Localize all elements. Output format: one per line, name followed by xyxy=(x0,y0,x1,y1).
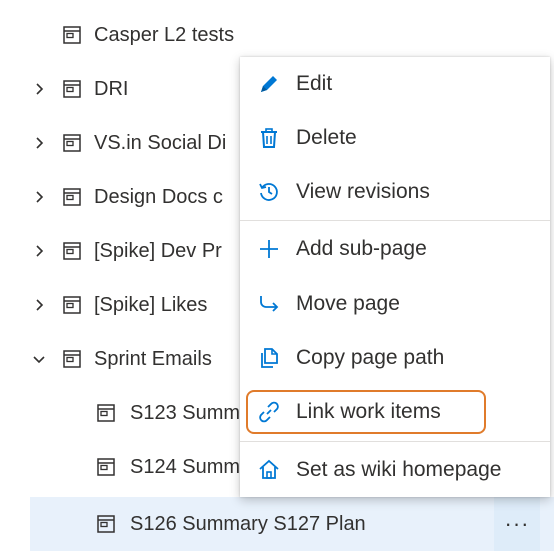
page-context-menu: Edit Delete View revisions Add sub-page … xyxy=(240,57,550,497)
menu-item-label: Add sub-page xyxy=(296,237,427,260)
menu-item-label: Edit xyxy=(296,72,333,95)
page-icon xyxy=(63,242,81,260)
menu-item-move-page[interactable]: Move page xyxy=(240,277,550,331)
menu-item-delete[interactable]: Delete xyxy=(240,111,550,165)
page-icon xyxy=(63,296,81,314)
page-icon xyxy=(97,404,115,422)
plus-icon xyxy=(256,236,282,262)
chevron-right-icon[interactable] xyxy=(30,188,48,206)
chevron-right-icon[interactable] xyxy=(30,80,48,98)
page-icon xyxy=(97,515,115,533)
tree-item-label: [Spike] Dev Pr xyxy=(94,239,222,262)
chevron-right-icon[interactable] xyxy=(30,242,48,260)
more-actions-button[interactable]: ··· xyxy=(494,497,540,551)
move-arrow-icon xyxy=(256,291,282,317)
chevron-down-icon[interactable] xyxy=(30,350,48,368)
page-icon xyxy=(63,350,81,368)
chevron-right-icon[interactable] xyxy=(30,134,48,152)
tree-item-label: S126 Summary S127 Plan xyxy=(130,512,366,535)
tree-item-label: Design Docs c xyxy=(94,185,223,208)
page-icon xyxy=(63,26,81,44)
menu-item-label: Set as wiki homepage xyxy=(296,458,502,481)
tree-item-label: Sprint Emails xyxy=(94,347,212,370)
menu-item-view-revisions[interactable]: View revisions xyxy=(240,165,550,219)
focus-outline xyxy=(246,390,486,434)
page-icon xyxy=(97,458,115,476)
tree-item-label: [Spike] Likes xyxy=(94,293,208,316)
pencil-icon xyxy=(256,71,282,97)
tree-item-label: DRI xyxy=(94,77,129,100)
menu-divider xyxy=(240,220,550,221)
menu-item-label: Copy page path xyxy=(296,346,445,369)
menu-item-add-sub-page[interactable]: Add sub-page xyxy=(240,222,550,276)
menu-item-copy-page-path[interactable]: Copy page path xyxy=(240,331,550,385)
menu-item-label: View revisions xyxy=(296,180,430,203)
page-icon xyxy=(63,80,81,98)
tree-item-casper-l2-tests[interactable]: Casper L2 tests xyxy=(30,8,554,62)
trash-icon xyxy=(256,125,282,151)
tree-item-s126-selected[interactable]: S126 Summary S127 Plan xyxy=(30,497,554,551)
menu-item-label: Delete xyxy=(296,126,357,149)
tree-item-label: S123 Summ xyxy=(130,401,241,424)
menu-item-set-as-wiki-homepage[interactable]: Set as wiki homepage xyxy=(240,443,550,497)
history-icon xyxy=(256,179,282,205)
menu-item-label: Move page xyxy=(296,292,400,315)
tree-item-label: S124 Summ xyxy=(130,455,241,478)
home-icon xyxy=(256,457,282,483)
tree-item-label: VS.in Social Di xyxy=(94,131,227,154)
page-icon xyxy=(63,134,81,152)
chevron-right-icon[interactable] xyxy=(30,296,48,314)
page-icon xyxy=(63,188,81,206)
more-icon: ··· xyxy=(504,511,530,536)
tree-item-label: Casper L2 tests xyxy=(94,23,235,46)
menu-item-edit[interactable]: Edit xyxy=(240,57,550,111)
copy-icon xyxy=(256,345,282,371)
menu-divider xyxy=(240,441,550,442)
